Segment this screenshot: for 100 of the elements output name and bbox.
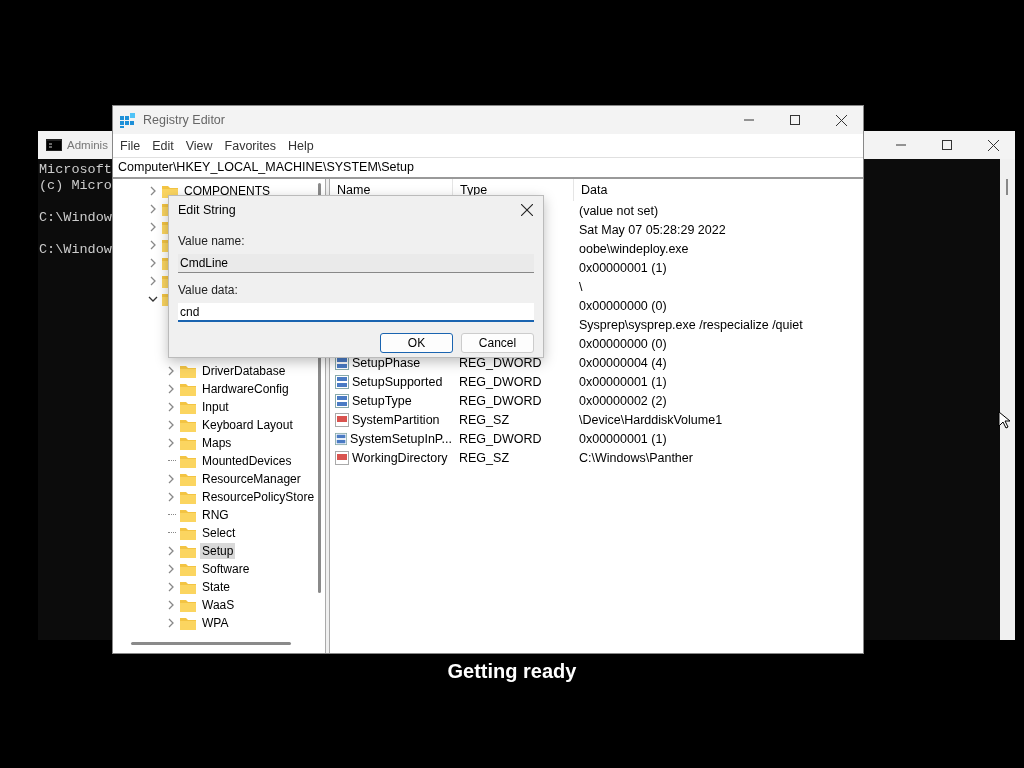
folder-icon [180,490,196,504]
value-data: 0x00000002 (2) [579,393,667,408]
menu-item[interactable]: Help [283,136,319,155]
value-name-field[interactable]: CmdLine [178,254,534,273]
binary-value-icon [335,393,349,408]
value-data: 0x00000001 (1) [579,374,667,389]
folder-icon [180,436,196,450]
chevron-right-icon[interactable] [166,420,176,430]
folder-icon [180,454,196,468]
value-name[interactable]: SetupSupported [352,374,443,389]
console-line: C:\Window [39,210,112,225]
ok-button[interactable]: OK [380,333,453,353]
tree-item[interactable]: Select [200,525,238,541]
tree-item[interactable]: ResourceManager [200,471,303,487]
cancel-button[interactable]: Cancel [461,333,534,353]
value-data: 0x00000001 (1) [579,431,667,446]
chevron-right-icon[interactable] [148,204,158,214]
chevron-right-icon[interactable] [166,492,176,502]
value-data: Sysprep\sysprep.exe /respecialize /quiet [579,317,803,332]
tree-item[interactable]: Keyboard Layout [200,417,295,433]
scrollbar[interactable] [131,642,291,645]
tree-item[interactable]: ResourcePolicyStore [200,489,317,505]
tree-item[interactable]: RNG [200,507,231,523]
folder-icon [180,598,196,612]
close-icon[interactable] [521,204,533,216]
string-value-icon [335,412,349,427]
tree-item[interactable]: DriverDatabase [200,363,288,379]
chevron-right-icon[interactable] [148,240,158,250]
maximize-icon[interactable] [790,115,800,125]
value-name[interactable]: WorkingDirectory [352,450,448,465]
tree-item[interactable]: COMPONENTS [182,183,272,199]
chevron-right-icon[interactable] [166,546,176,556]
folder-icon [180,580,196,594]
value-name[interactable]: SetupPhase [352,355,421,370]
tree-item[interactable]: WPA [200,615,231,631]
chevron-right-icon[interactable] [166,402,176,412]
value-name[interactable]: SystemPartition [352,412,440,427]
menu-item[interactable]: Favorites [219,136,281,155]
tree-item[interactable]: Maps [200,435,234,451]
value-data: oobe\windeploy.exe [579,241,689,256]
dialog-title: Edit String [178,203,236,217]
chevron-right-icon[interactable] [166,438,176,448]
field-label: Value name: [178,234,245,248]
value-data: 0x00000000 (0) [579,336,667,351]
chevron-right-icon[interactable] [166,366,176,376]
folder-icon [180,400,196,414]
chevron-right-icon[interactable] [166,618,176,628]
maximize-icon[interactable] [942,140,952,150]
tree-item[interactable]: Setup [200,543,236,559]
window-title: Registry Editor [143,113,225,127]
chevron-right-icon[interactable] [148,186,158,196]
status-text: Getting ready [447,660,577,683]
folder-icon [180,508,196,522]
tree-item[interactable]: MountedDevices [200,453,294,469]
tree-item[interactable]: Input [200,399,231,415]
address-bar[interactable]: Computer\HKEY_LOCAL_MACHINE\SYSTEM\Setup [113,157,863,179]
chevron-right-icon[interactable] [166,384,176,394]
tree-item[interactable]: WaaS [200,597,237,613]
close-icon[interactable] [836,114,847,126]
chevron-right-icon[interactable] [148,276,158,286]
string-value-icon [335,450,349,465]
value-data: 0x00000001 (1) [579,260,667,275]
chevron-right-icon[interactable] [166,474,176,484]
binary-value-icon [335,431,348,446]
value-data-field[interactable]: cnd [178,303,534,322]
chevron-right-icon[interactable] [166,582,176,592]
close-icon[interactable] [988,139,999,151]
console-icon [46,139,62,151]
value-type: REG_SZ [459,450,509,465]
chevron-right-icon[interactable] [166,564,176,574]
value-data: Sat May 07 05:28:29 2022 [579,222,726,237]
folder-icon [180,382,196,396]
tree-item[interactable]: State [200,579,233,595]
value-type: REG_DWORD [459,355,542,370]
value-name[interactable]: SetupType [352,393,412,408]
chevron-right-icon[interactable] [166,600,176,610]
menu-item[interactable]: File [115,136,146,155]
console-line: Microsoft [39,162,112,177]
folder-icon [180,544,196,558]
chevron-right-icon[interactable] [148,222,158,232]
value-data: 0x00000004 (4) [579,355,667,370]
value-data: (value not set) [579,203,659,218]
value-data: \Device\HarddiskVolume1 [579,412,723,427]
tree-item[interactable]: HardwareConfig [200,381,291,397]
menu-item[interactable]: Edit [147,136,179,155]
value-type: REG_DWORD [459,431,542,446]
tree-item[interactable]: Software [200,561,252,577]
console-line: (c) Micro [39,178,112,193]
window-title: Adminis [67,139,108,151]
value-type: REG_SZ [459,412,509,427]
value-name[interactable]: SystemSetupInP... [350,431,452,446]
folder-icon [180,364,196,378]
value-type: REG_DWORD [459,374,542,389]
chevron-down-icon[interactable] [148,294,158,304]
column-header[interactable]: Data [574,179,863,201]
menu-item[interactable]: View [180,136,218,155]
folder-icon [180,472,196,486]
binary-value-icon [335,374,349,389]
chevron-right-icon[interactable] [148,258,158,268]
folder-icon [180,526,196,540]
